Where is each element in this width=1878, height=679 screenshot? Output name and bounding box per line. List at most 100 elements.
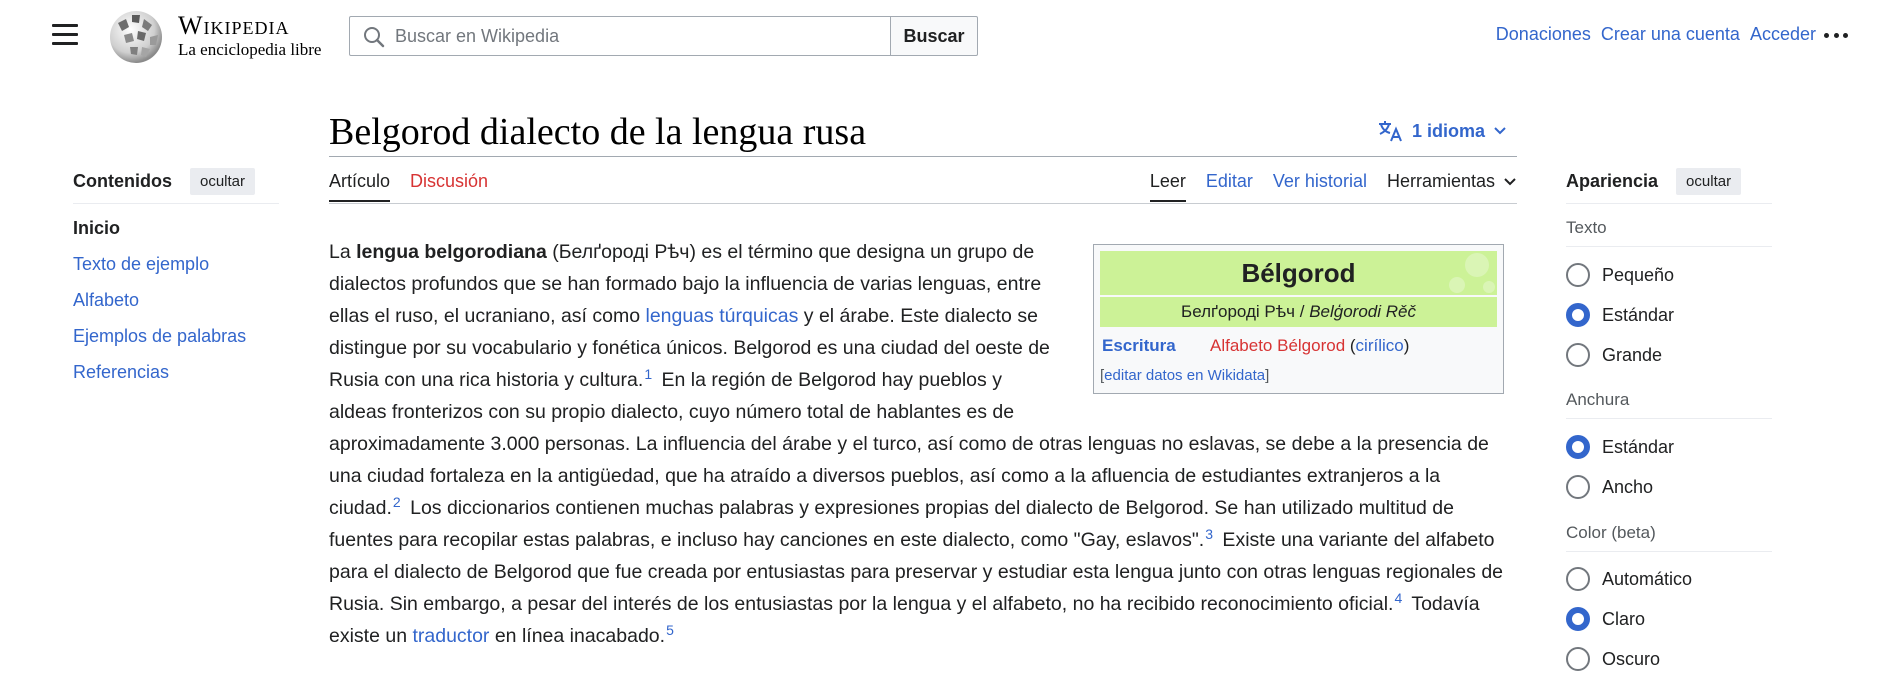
- more-options-icon[interactable]: [1824, 23, 1848, 47]
- radio-label: Estándar: [1602, 436, 1675, 457]
- toc-item-referencias[interactable]: Referencias: [73, 360, 246, 396]
- speech-bubbles-watermark-icon: [1449, 253, 1495, 293]
- infobox-title: Bélgorod: [1100, 251, 1497, 295]
- radio-dot: [1566, 343, 1590, 367]
- tools-label: Herramientas: [1386, 171, 1495, 191]
- infobox-label-escritura[interactable]: Escritura: [1100, 335, 1210, 357]
- chevron-down-icon: [1494, 127, 1506, 135]
- namespace-tabs: Artículo Discusión: [329, 171, 488, 202]
- reference-1[interactable]: 1: [644, 366, 652, 382]
- reference-5[interactable]: 5: [666, 622, 674, 638]
- infobox-title-text: Bélgorod: [1241, 258, 1356, 288]
- radio-dot: [1566, 303, 1590, 327]
- radio-label: Oscuro: [1602, 648, 1661, 669]
- infobox-subtitle: Белґороді Рѣч / Belģorodi Rěč: [1100, 297, 1497, 327]
- infobox: Bélgorod Белґороді Рѣч / Belģorodi Rěč E…: [1093, 244, 1504, 394]
- create-account-link[interactable]: Crear una cuenta: [1601, 24, 1740, 45]
- width-standard-radio[interactable]: Estándar: [1566, 435, 1674, 459]
- main-menu-icon[interactable]: [52, 24, 78, 46]
- page-title: Belgorod dialecto de la lengua rusa: [329, 111, 867, 153]
- radio-label: Grande: [1602, 344, 1663, 365]
- appearance-title: Apariencia: [1566, 171, 1659, 191]
- alfabeto-belgorod-link[interactable]: Alfabeto Bélgorod: [1210, 336, 1345, 355]
- text-size-standard-radio[interactable]: Estándar: [1566, 303, 1674, 327]
- tab-article[interactable]: Artículo: [329, 171, 391, 202]
- text-size-small-radio[interactable]: Pequeño: [1566, 263, 1674, 287]
- title-divider: [329, 156, 1517, 157]
- toc-item-ejemplos-de-palabras[interactable]: Ejemplos de palabras: [73, 324, 246, 360]
- toc-header: Contenidos ocultar: [73, 168, 256, 195]
- search-input[interactable]: [395, 23, 875, 49]
- radio-dot: [1566, 475, 1590, 499]
- cirilico-link[interactable]: cirílico: [1356, 336, 1404, 355]
- infobox-value-escritura: Alfabeto Bélgorod (cirílico): [1210, 335, 1409, 357]
- infobox-subtitle-cyrillic: Белґороді Рѣч /: [1181, 302, 1310, 321]
- radio-dot: [1566, 607, 1590, 631]
- infobox-edit-wikidata: [editar datos en Wikidata]: [1100, 365, 1497, 387]
- language-count: 1 idioma: [1412, 120, 1486, 141]
- width-label: Anchura: [1566, 390, 1630, 409]
- search-icon: [364, 27, 385, 48]
- tabs-divider: [329, 203, 1517, 204]
- appearance-divider: [1566, 203, 1772, 204]
- reference-3[interactable]: 3: [1205, 526, 1213, 542]
- site-header: Wikipedia La enciclopedia libre Buscar D…: [0, 0, 1878, 72]
- text-size-label: Texto: [1566, 218, 1607, 237]
- width-wide-radio[interactable]: Ancho: [1566, 475, 1653, 499]
- language-selector-button[interactable]: 1 idioma: [1378, 120, 1507, 142]
- appearance-header: Apariencia ocultar: [1566, 168, 1742, 195]
- donate-link[interactable]: Donaciones: [1496, 24, 1591, 45]
- tab-talk[interactable]: Discusión: [410, 171, 488, 192]
- radio-dot: [1566, 647, 1590, 671]
- toc-item-alfabeto[interactable]: Alfabeto: [73, 288, 246, 324]
- toc-divider: [73, 203, 279, 204]
- radio-label: Estándar: [1602, 304, 1675, 325]
- toc-item-texto-de-ejemplo[interactable]: Texto de ejemplo: [73, 252, 246, 288]
- wikipedia-globe-logo-icon[interactable]: [104, 7, 168, 65]
- login-link[interactable]: Acceder: [1750, 24, 1816, 45]
- toc-title: Contenidos: [73, 171, 172, 191]
- color-automatic-radio[interactable]: Automático: [1566, 567, 1692, 591]
- text-size-large-radio[interactable]: Grande: [1566, 343, 1662, 367]
- radio-label: Pequeño: [1602, 264, 1675, 285]
- view-tabs: Leer Editar Ver historial Herramientas: [1149, 171, 1517, 202]
- reference-4[interactable]: 4: [1394, 590, 1402, 606]
- radio-label: Ancho: [1602, 476, 1654, 497]
- infobox-paren-close: ): [1403, 336, 1410, 355]
- infobox-paren-open: (: [1345, 336, 1356, 355]
- bold-term: lengua belgorodiana: [356, 241, 547, 263]
- edit-wikidata-link[interactable]: editar datos en Wikidata: [1104, 367, 1265, 384]
- radio-label: Claro: [1602, 608, 1646, 629]
- toc-hide-button[interactable]: ocultar: [190, 168, 256, 195]
- text-size-divider: [1566, 246, 1772, 247]
- article-body: Bélgorod Белґороді Рѣч / Belģorodi Rěč E…: [329, 236, 1504, 652]
- reference-2[interactable]: 2: [393, 494, 401, 510]
- text-run: en línea inacabado.: [489, 625, 666, 647]
- traductor-link[interactable]: traductor: [412, 625, 489, 647]
- radio-label: Automático: [1602, 568, 1693, 589]
- appearance-hide-button[interactable]: ocultar: [1676, 168, 1742, 195]
- wikipedia-wordmark[interactable]: Wikipedia: [178, 11, 290, 41]
- radio-dot: [1566, 263, 1590, 287]
- toc-list: Inicio Texto de ejemplo Alfabeto Ejemplo…: [73, 216, 246, 396]
- color-label: Color (beta): [1566, 523, 1656, 542]
- radio-dot: [1566, 567, 1590, 591]
- user-links: Donaciones Crear una cuenta Acceder: [1496, 24, 1816, 45]
- color-dark-radio[interactable]: Oscuro: [1566, 647, 1660, 671]
- infobox-subtitle-latin: Belģorodi Rěč: [1309, 302, 1416, 321]
- wikipedia-tagline: La enciclopedia libre: [178, 40, 322, 59]
- text-run: La: [329, 241, 357, 263]
- edit-bracket-close: ]: [1265, 367, 1270, 384]
- chevron-down-icon: [1504, 177, 1516, 185]
- tab-edit[interactable]: Editar: [1206, 171, 1253, 192]
- color-divider: [1566, 551, 1772, 552]
- tab-read[interactable]: Leer: [1149, 171, 1186, 202]
- color-light-radio[interactable]: Claro: [1566, 607, 1645, 631]
- width-divider: [1566, 418, 1772, 419]
- toc-item-inicio[interactable]: Inicio: [73, 216, 246, 252]
- lenguas-turquicas-link[interactable]: lenguas túrquicas: [646, 305, 799, 327]
- tab-history[interactable]: Ver historial: [1273, 171, 1367, 192]
- tools-menu[interactable]: Herramientas: [1387, 171, 1517, 192]
- infobox-row-escritura: Escritura Alfabeto Bélgorod (cirílico): [1100, 331, 1497, 361]
- search-button[interactable]: Buscar: [890, 16, 978, 56]
